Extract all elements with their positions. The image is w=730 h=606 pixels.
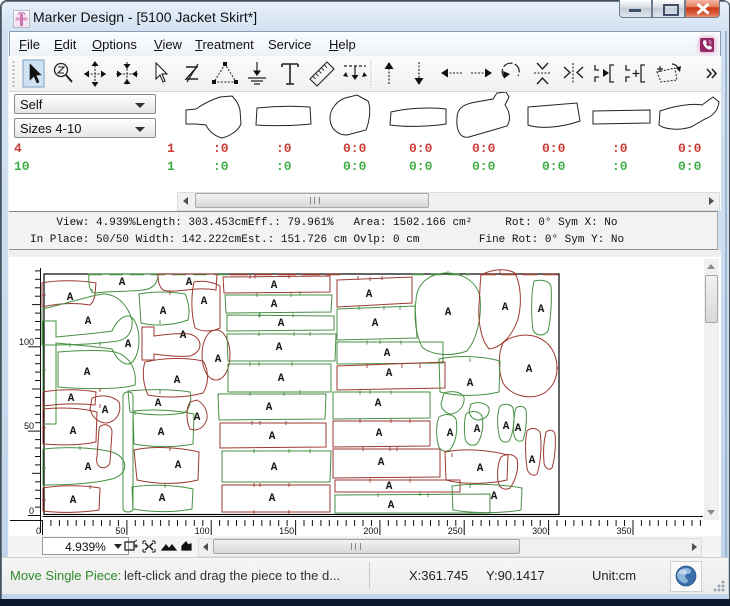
- svg-text:250: 250: [448, 526, 463, 536]
- svg-text:A: A: [160, 306, 167, 318]
- svg-text:0: 0: [36, 526, 41, 536]
- svg-text:A: A: [67, 292, 74, 304]
- svg-text:A: A: [467, 378, 474, 390]
- svg-text:A: A: [515, 423, 522, 435]
- svg-text:A: A: [125, 339, 132, 351]
- svg-text:A: A: [155, 398, 162, 410]
- svg-text:A: A: [474, 424, 481, 436]
- svg-text:A: A: [372, 318, 379, 330]
- svg-text:A: A: [271, 280, 278, 292]
- svg-text:A: A: [445, 307, 452, 319]
- svg-text:0: 0: [29, 506, 34, 516]
- svg-text:A: A: [529, 455, 536, 467]
- svg-text:A: A: [278, 373, 285, 385]
- svg-text:A: A: [503, 421, 510, 433]
- svg-text:A: A: [538, 304, 545, 316]
- svg-text:A: A: [386, 481, 393, 493]
- svg-text:A: A: [388, 500, 395, 512]
- svg-text:50: 50: [115, 526, 125, 536]
- svg-text:A: A: [186, 277, 193, 289]
- svg-text:A: A: [215, 354, 222, 366]
- svg-text:A: A: [201, 296, 208, 308]
- svg-text:A: A: [384, 348, 391, 360]
- svg-text:A: A: [276, 342, 283, 354]
- svg-text:50: 50: [24, 421, 34, 431]
- svg-text:A: A: [175, 460, 182, 472]
- svg-text:A: A: [180, 330, 187, 342]
- svg-text:A: A: [502, 302, 509, 314]
- svg-text:A: A: [269, 431, 276, 443]
- svg-text:A: A: [85, 316, 92, 328]
- svg-text:200: 200: [363, 526, 378, 536]
- svg-text:A: A: [526, 364, 533, 376]
- svg-text:A: A: [376, 428, 383, 440]
- svg-text:A: A: [271, 299, 278, 311]
- svg-text:350: 350: [616, 526, 631, 536]
- svg-text:A: A: [269, 493, 276, 505]
- svg-text:A: A: [174, 375, 181, 387]
- svg-text:A: A: [84, 367, 91, 379]
- svg-text:A: A: [378, 457, 385, 469]
- svg-text:A: A: [266, 402, 273, 414]
- svg-text:A: A: [447, 428, 454, 440]
- svg-text:A: A: [119, 277, 126, 289]
- svg-text:A: A: [102, 405, 109, 417]
- svg-text:A: A: [278, 318, 285, 330]
- svg-text:150: 150: [279, 526, 294, 536]
- svg-text:A: A: [68, 393, 75, 405]
- svg-text:A: A: [85, 462, 92, 474]
- svg-text:A: A: [159, 493, 166, 505]
- svg-text:A: A: [477, 463, 484, 475]
- svg-text:A: A: [375, 398, 382, 410]
- svg-text:A: A: [386, 368, 393, 380]
- svg-text:A: A: [271, 462, 278, 474]
- svg-text:A: A: [70, 426, 77, 438]
- svg-text:A: A: [491, 491, 498, 503]
- svg-text:A: A: [70, 495, 77, 507]
- svg-text:A: A: [158, 427, 165, 439]
- svg-text:100: 100: [195, 526, 210, 536]
- svg-text:A: A: [194, 412, 201, 424]
- svg-text:A: A: [366, 289, 373, 301]
- svg-text:300: 300: [532, 526, 547, 536]
- svg-text:100: 100: [19, 337, 34, 347]
